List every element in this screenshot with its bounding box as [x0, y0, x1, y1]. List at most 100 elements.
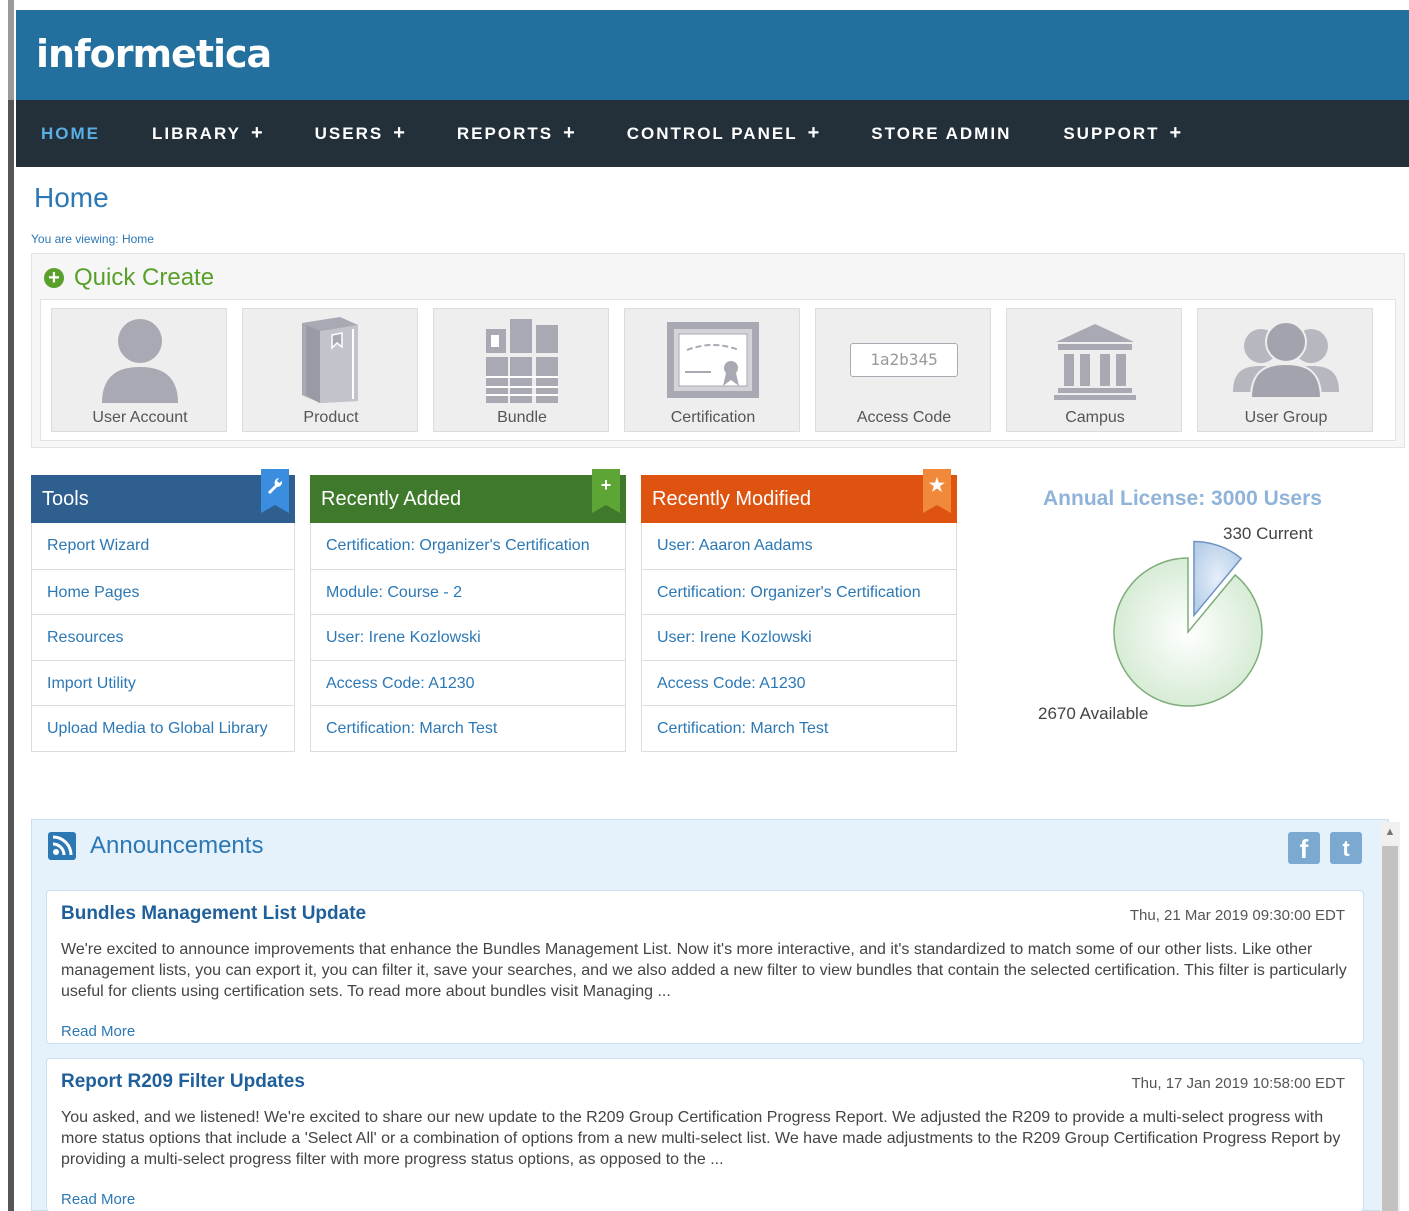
tools-title: Tools	[42, 488, 89, 510]
window-edge-bar	[8, 100, 14, 1211]
nav-users[interactable]: USERS +	[315, 122, 405, 145]
quick-create-bundle[interactable]: Bundle	[433, 308, 609, 432]
window-left-edge	[0, 0, 16, 1211]
quick-create-campus-label: Campus	[1065, 409, 1125, 426]
pie-slice-available	[1113, 557, 1263, 707]
campus-icon	[1007, 315, 1183, 405]
window-edge-bar-top	[8, 0, 14, 100]
nav-reports[interactable]: REPORTS +	[457, 122, 575, 145]
product-book-icon	[243, 315, 419, 405]
announcements-scrollbar[interactable]: ▲	[1380, 822, 1400, 1211]
quick-create-access-code[interactable]: 1a2b345 Access Code	[815, 308, 991, 432]
tools-header: Tools	[31, 469, 295, 523]
recently-added-item[interactable]: Certification: March Test	[311, 705, 625, 751]
tools-list: Report Wizard Home Pages Resources Impor…	[31, 523, 295, 752]
brand-logo[interactable]: informetica	[36, 32, 272, 76]
tools-item[interactable]: Import Utility	[32, 659, 294, 706]
recently-modified-item[interactable]: User: Aaaron Aadams	[642, 523, 956, 569]
quick-create-title: Quick Create	[74, 264, 215, 291]
tools-item[interactable]: Report Wizard	[32, 523, 294, 569]
recently-added-item[interactable]: Module: Course - 2	[311, 568, 625, 615]
quick-create-user-group[interactable]: User Group	[1197, 308, 1373, 432]
announcements-panel: Announcements f t Bundles Management Lis…	[31, 819, 1389, 1211]
announcement-body: We're excited to announce improvements t…	[61, 941, 1347, 1000]
recently-added-list: Certification: Organizer's Certification…	[310, 523, 626, 752]
rss-icon	[48, 832, 76, 860]
nav-users-label: USERS	[314, 124, 384, 143]
nav-control-panel-expand-icon[interactable]: +	[808, 122, 820, 144]
read-more-link[interactable]: Read More	[61, 1191, 135, 1208]
quick-create-header: + Quick Create	[44, 264, 214, 292]
tools-item[interactable]: Resources	[32, 614, 294, 660]
announcements-header: Announcements	[48, 832, 263, 860]
star-icon: ★	[923, 469, 951, 513]
recently-added-header: Recently Added +	[310, 469, 626, 523]
breadcrumb: You are viewing: Home	[31, 232, 154, 246]
recently-modified-item[interactable]: User: Irene Kozlowski	[642, 614, 956, 660]
bundle-icon	[434, 315, 610, 405]
announcement-title[interactable]: Report R209 Filter Updates	[61, 1071, 305, 1093]
quick-create-certification-label: Certification	[670, 409, 756, 426]
quick-create-bundle-label: Bundle	[497, 409, 547, 426]
quick-create-campus[interactable]: Campus	[1006, 308, 1182, 432]
app-root: informetica HOME LIBRARY + USERS + REPORTS…	[16, 10, 1409, 1211]
tools-item[interactable]: Upload Media to Global Library	[32, 705, 294, 751]
nav-control-panel[interactable]: CONTROL PANEL +	[627, 122, 820, 145]
recently-modified-widget: Recently Modified ★ User: Aaaron Aadams …	[641, 469, 957, 752]
nav-home[interactable]: HOME	[41, 124, 100, 144]
star-glyph: ★	[928, 475, 946, 495]
nav-support-expand-icon[interactable]: +	[1170, 122, 1182, 144]
quick-create-tiles: User Account Product Bundle Certificatio…	[40, 299, 1396, 441]
announcement-card: Bundles Management List Update Thu, 21 M…	[46, 890, 1364, 1044]
license-pie-chart	[1113, 540, 1263, 707]
recently-added-item[interactable]: Certification: Organizer's Certification	[311, 523, 625, 569]
nav-store-admin[interactable]: STORE ADMIN	[871, 124, 1011, 144]
page-title: Home	[34, 182, 109, 213]
nav-control-panel-label: CONTROL PANEL	[626, 124, 798, 143]
quick-create-user-account[interactable]: User Account	[51, 308, 227, 432]
nav-library[interactable]: LIBRARY +	[152, 122, 263, 145]
quick-create-user-account-label: User Account	[92, 409, 188, 426]
user-group-icon	[1198, 315, 1374, 405]
plus-glyph: +	[600, 475, 612, 495]
recently-modified-item[interactable]: Access Code: A1230	[642, 659, 956, 706]
certification-icon	[625, 315, 801, 405]
access-code-sample: 1a2b345	[850, 343, 958, 377]
scroll-up-arrow-icon[interactable]: ▲	[1380, 822, 1400, 842]
recently-added-widget: Recently Added + Certification: Organize…	[310, 469, 626, 752]
scrollbar-thumb[interactable]	[1382, 846, 1398, 1211]
tools-item[interactable]: Home Pages	[32, 568, 294, 615]
quick-create-certification[interactable]: Certification	[624, 308, 800, 432]
recently-modified-item[interactable]: Certification: Organizer's Certification	[642, 568, 956, 615]
twitter-icon[interactable]: t	[1330, 832, 1362, 864]
recently-modified-header: Recently Modified ★	[641, 469, 957, 523]
plus-icon: +	[592, 469, 620, 513]
read-more-link[interactable]: Read More	[61, 1023, 135, 1040]
pie-label-available: 2670 Available	[1038, 704, 1149, 723]
announcement-title[interactable]: Bundles Management List Update	[61, 903, 366, 925]
recently-added-item[interactable]: Access Code: A1230	[311, 659, 625, 706]
nav-support[interactable]: SUPPORT +	[1063, 122, 1181, 145]
announcement-card: Report R209 Filter Updates Thu, 17 Jan 2…	[46, 1058, 1364, 1211]
announcement-date: Thu, 17 Jan 2019 10:58:00 EDT	[1131, 1075, 1345, 1092]
header: informetica	[16, 10, 1409, 100]
nav-users-expand-icon[interactable]: +	[393, 122, 405, 144]
nav-reports-label: REPORTS	[456, 124, 554, 143]
access-code-icon: 1a2b345	[816, 315, 992, 405]
user-account-icon	[52, 315, 228, 405]
facebook-icon[interactable]: f	[1288, 832, 1320, 864]
nav-library-expand-icon[interactable]: +	[251, 122, 263, 144]
recently-modified-title: Recently Modified	[652, 488, 811, 510]
quick-create-access-code-label: Access Code	[856, 409, 952, 426]
announcement-body: You asked, and we listened! We're excite…	[61, 1109, 1341, 1168]
recently-added-item[interactable]: User: Irene Kozlowski	[311, 614, 625, 660]
recently-modified-item[interactable]: Certification: March Test	[642, 705, 956, 751]
quick-create-panel: + Quick Create User Account Product Bund…	[31, 253, 1405, 448]
nav-store-admin-label: STORE ADMIN	[871, 123, 1012, 143]
nav-reports-expand-icon[interactable]: +	[563, 122, 575, 144]
quick-create-product[interactable]: Product	[242, 308, 418, 432]
quick-create-plus-icon: +	[44, 268, 64, 288]
main-nav: HOME LIBRARY + USERS + REPORTS + CONTROL PA…	[16, 100, 1409, 167]
quick-create-product-label: Product	[303, 409, 359, 426]
nav-library-label: LIBRARY	[152, 124, 241, 143]
